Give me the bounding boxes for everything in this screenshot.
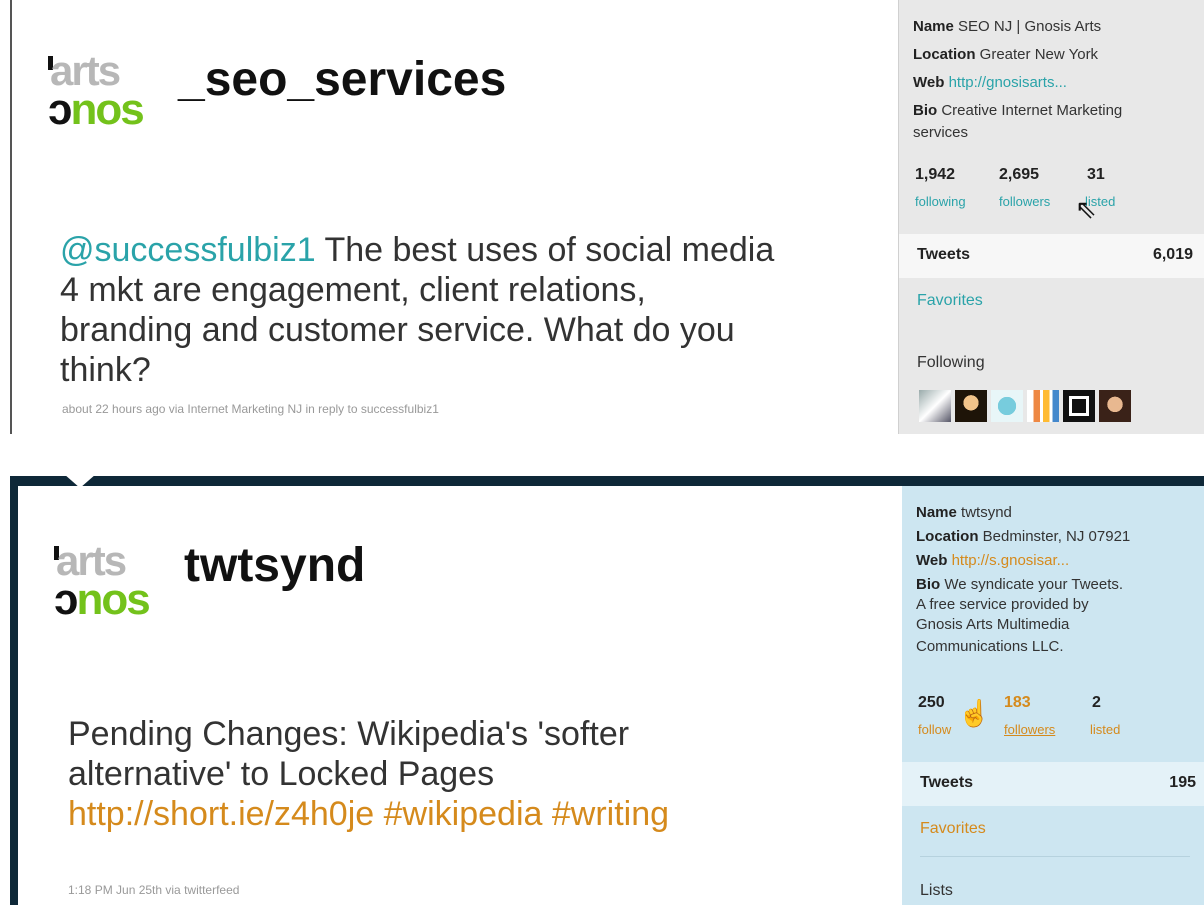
name-label: Name bbox=[913, 18, 954, 35]
following-count[interactable]: 1,942 bbox=[915, 166, 955, 184]
sidebar-bio-row-3: Gnosis Arts Multimedia bbox=[916, 616, 1070, 633]
name-label: Name bbox=[916, 504, 957, 521]
profile-sidebar: Name SEO NJ | Gnosis Arts Location Great… bbox=[898, 0, 1204, 434]
logo-gnos-prefix: ɔ bbox=[54, 575, 79, 624]
tweet-body: Pending Changes: Wikipedia's 'softer alt… bbox=[68, 715, 630, 793]
avatar[interactable] bbox=[955, 390, 987, 422]
listed-count[interactable]: 2 bbox=[1092, 694, 1101, 712]
favorites-link[interactable]: Favorites bbox=[917, 292, 983, 310]
profile-sidebar: Name twtsynd Location Bedminster, NJ 079… bbox=[902, 486, 1204, 905]
following-link[interactable]: following bbox=[915, 194, 966, 209]
sidebar-bio-row-2: services bbox=[913, 124, 969, 141]
panel-border bbox=[10, 0, 12, 434]
tweets-count: 6,019 bbox=[1152, 246, 1193, 263]
followers-count[interactable]: 2,695 bbox=[999, 166, 1039, 184]
tweets-count-row[interactable]: Tweets 6,019 bbox=[899, 234, 1204, 278]
tweet-link[interactable]: http://short.ie/z4h0je bbox=[68, 795, 374, 833]
tweets-label: Tweets bbox=[917, 246, 971, 263]
arrow-cursor-icon: ⇖ bbox=[1075, 194, 1097, 224]
sidebar-name-row: Name SEO NJ | Gnosis Arts bbox=[913, 16, 1101, 38]
hashtag-writing[interactable]: #writing bbox=[552, 795, 669, 833]
mention-link[interactable]: @successfulbiz1 bbox=[60, 231, 316, 269]
gnosis-arts-logo[interactable]: arts ɔnos bbox=[54, 540, 184, 632]
avatar[interactable] bbox=[991, 390, 1023, 422]
name-value: twtsynd bbox=[961, 504, 1012, 521]
tweet-meta: about 22 hours ago via Internet Marketin… bbox=[62, 402, 439, 416]
following-count[interactable]: 250 bbox=[918, 694, 945, 712]
profile-panel-seo-services: arts ɔnos _seo_services @successfulbiz1 … bbox=[0, 0, 1204, 434]
logo-gnos-text: ɔnos bbox=[48, 85, 145, 134]
followers-link[interactable]: followers bbox=[1004, 722, 1055, 737]
lists-link[interactable]: Lists bbox=[920, 882, 953, 900]
logo-gnos-prefix: ɔ bbox=[48, 85, 73, 134]
sidebar-web-row: Web http://gnosisarts... bbox=[913, 72, 1067, 94]
sidebar-bio-row: Bio Creative Internet Marketing bbox=[913, 100, 1122, 122]
web-link[interactable]: http://s.gnosisar... bbox=[952, 552, 1070, 569]
panel-notch bbox=[64, 476, 96, 488]
avatar[interactable] bbox=[1063, 390, 1095, 422]
sidebar-bio-row-4: Communications LLC. bbox=[916, 638, 1064, 655]
panel-left-border bbox=[10, 476, 18, 905]
web-label: Web bbox=[913, 74, 945, 91]
followers-link[interactable]: followers bbox=[999, 194, 1050, 209]
following-link[interactable]: follow bbox=[918, 722, 951, 737]
hand-cursor-icon: ☝ bbox=[958, 698, 991, 728]
gnosis-arts-logo[interactable]: arts ɔnos bbox=[48, 50, 178, 142]
tweets-count: 195 bbox=[1169, 774, 1196, 791]
bio-value: We syndicate your Tweets. bbox=[944, 576, 1124, 593]
hashtag-wikipedia[interactable]: #wikipedia bbox=[384, 795, 543, 833]
location-value: Bedminster, NJ 07921 bbox=[982, 528, 1131, 545]
listed-count[interactable]: 31 bbox=[1087, 166, 1105, 184]
location-label: Location bbox=[916, 528, 979, 545]
tweet-text: Pending Changes: Wikipedia's 'softer alt… bbox=[68, 714, 788, 834]
panel-top-border bbox=[10, 476, 1204, 486]
name-value: SEO NJ | Gnosis Arts bbox=[958, 18, 1102, 35]
avatar[interactable] bbox=[1099, 390, 1131, 422]
bio-label: Bio bbox=[916, 576, 941, 593]
favorites-link[interactable]: Favorites bbox=[920, 820, 986, 838]
bio-value: Creative Internet Marketing bbox=[941, 102, 1123, 119]
followers-count[interactable]: 183 bbox=[1004, 694, 1031, 712]
logo-gnos-text: ɔnos bbox=[54, 575, 151, 624]
tweets-count-row[interactable]: Tweets 195 bbox=[902, 762, 1204, 806]
username[interactable]: _seo_services bbox=[178, 52, 506, 107]
location-label: Location bbox=[913, 46, 976, 63]
divider bbox=[920, 856, 1190, 857]
logo-gnos-rest: nos bbox=[70, 85, 144, 134]
sidebar-web-row: Web http://s.gnosisar... bbox=[916, 550, 1069, 572]
username[interactable]: twtsynd bbox=[184, 538, 365, 593]
avatar[interactable] bbox=[919, 390, 951, 422]
web-link[interactable]: http://gnosisarts... bbox=[949, 74, 1067, 91]
tweets-label: Tweets bbox=[920, 774, 974, 791]
sidebar-location-row: Location Bedminster, NJ 07921 bbox=[916, 526, 1130, 548]
sidebar-location-row: Location Greater New York bbox=[913, 44, 1098, 66]
sidebar-bio-row: Bio We syndicate your Tweets. bbox=[916, 574, 1123, 596]
profile-panel-twtsynd: arts ɔnos twtsynd Pending Changes: Wikip… bbox=[0, 476, 1204, 905]
following-header: Following bbox=[917, 354, 985, 371]
sidebar-name-row: Name twtsynd bbox=[916, 502, 1012, 524]
tweet-text: @successfulbiz1 The best uses of social … bbox=[60, 230, 780, 390]
location-value: Greater New York bbox=[979, 46, 1099, 63]
bio-label: Bio bbox=[913, 102, 938, 119]
sidebar-bio-row-2: A free service provided by bbox=[916, 596, 1089, 613]
logo-gnos-rest: nos bbox=[76, 575, 150, 624]
listed-link[interactable]: listed bbox=[1090, 722, 1120, 737]
avatar[interactable] bbox=[1027, 390, 1059, 422]
tweet-meta: 1:18 PM Jun 25th via twitterfeed bbox=[68, 883, 240, 897]
web-label: Web bbox=[916, 552, 948, 569]
